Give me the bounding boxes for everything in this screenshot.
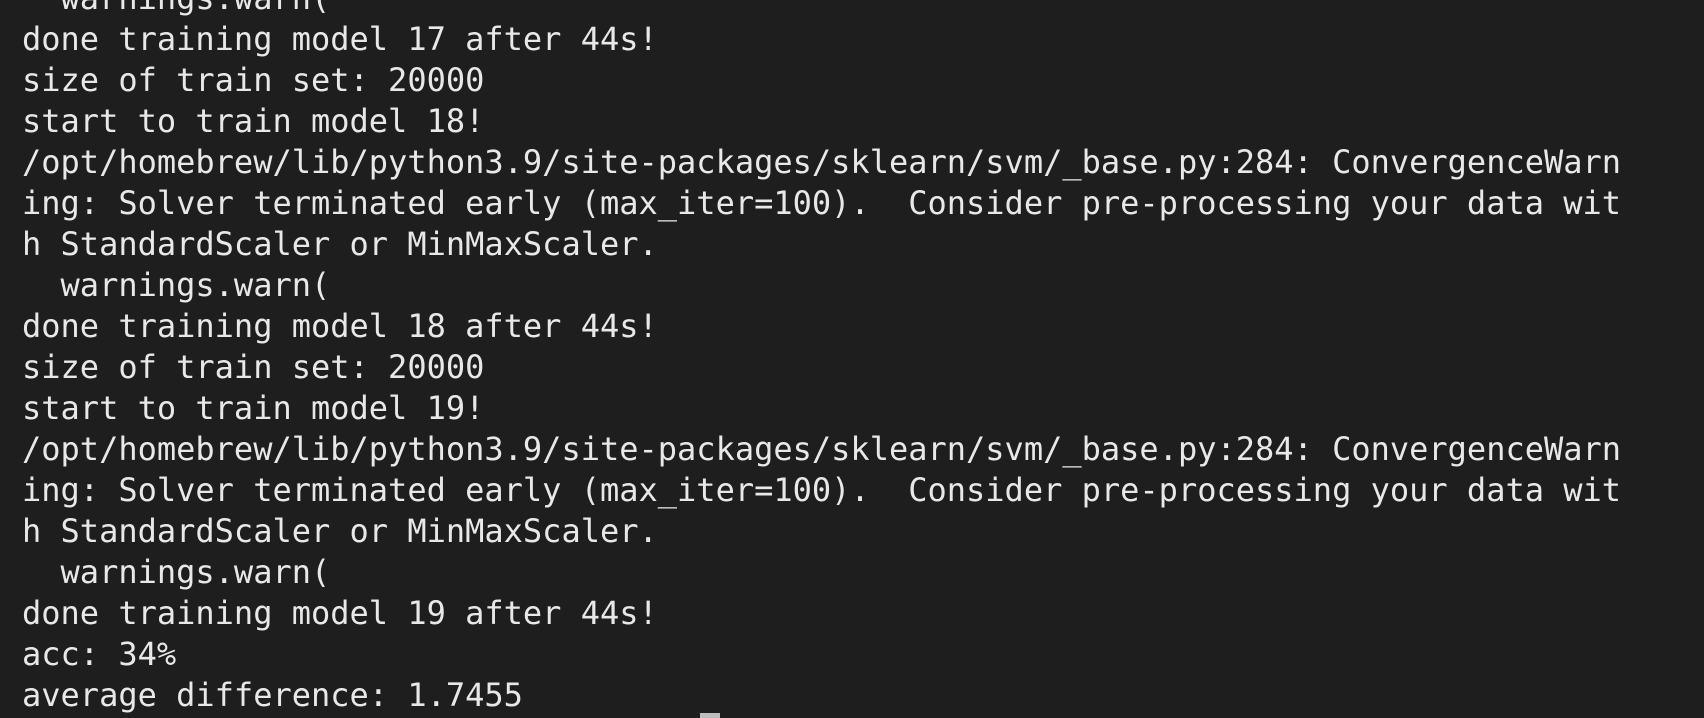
terminal-line: /opt/homebrew/lib/python3.9/site-package… <box>22 143 1622 181</box>
terminal-line: acc: 34% <box>22 635 177 673</box>
terminal-line: warnings.warn( <box>22 266 331 304</box>
text-cursor <box>700 713 720 718</box>
terminal-line: size of train set: 20000 <box>22 348 485 386</box>
terminal-line: start to train model 19! <box>22 389 485 427</box>
terminal-line: ing: Solver terminated early (max_iter=1… <box>22 471 1622 509</box>
terminal-line: /opt/homebrew/lib/python3.9/site-package… <box>22 430 1622 468</box>
terminal-line: ing: Solver terminated early (max_iter=1… <box>22 184 1622 222</box>
terminal-line: size of train set: 20000 <box>22 61 485 99</box>
terminal-line: warnings.warn( <box>22 0 1692 19</box>
terminal-line: h StandardScaler or MinMaxScaler. <box>22 512 658 550</box>
terminal-output: warnings.warn( done training model 17 af… <box>22 0 1692 716</box>
terminal-line: done training model 19 after 44s! <box>22 594 658 632</box>
terminal-line: start to train model 18! <box>22 102 485 140</box>
terminal-line: done training model 17 after 44s! <box>22 20 658 58</box>
terminal-line: done training model 18 after 44s! <box>22 307 658 345</box>
terminal-line: warnings.warn( <box>22 553 331 591</box>
terminal-line: average difference: 1.7455 <box>22 676 523 714</box>
terminal-window[interactable]: warnings.warn( done training model 17 af… <box>0 0 1704 718</box>
terminal-line: h StandardScaler or MinMaxScaler. <box>22 225 658 263</box>
